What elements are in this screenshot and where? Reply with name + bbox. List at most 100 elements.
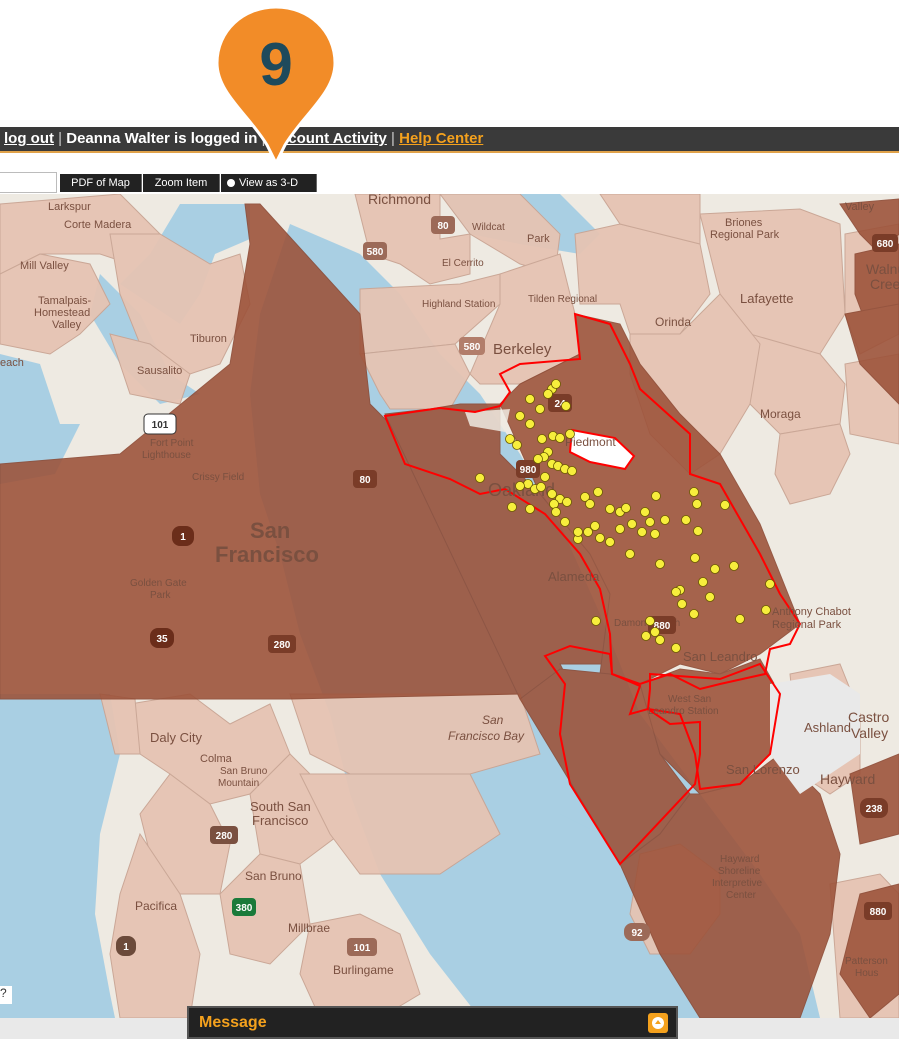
svg-text:580: 580 [464, 342, 481, 353]
data-point[interactable] [549, 499, 559, 509]
data-point[interactable] [621, 503, 631, 513]
data-point[interactable] [525, 394, 535, 404]
data-point[interactable] [515, 481, 525, 491]
label-san: San [250, 518, 290, 543]
data-point[interactable] [705, 592, 715, 602]
pdf-of-map-button[interactable]: PDF of Map [60, 174, 142, 192]
data-point[interactable] [690, 553, 700, 563]
data-point[interactable] [543, 389, 553, 399]
data-point[interactable] [651, 491, 661, 501]
label-hshore2: Shoreline [718, 866, 761, 877]
data-point[interactable] [536, 482, 546, 492]
data-point[interactable] [512, 440, 522, 450]
data-point[interactable] [765, 579, 775, 589]
data-point[interactable] [590, 521, 600, 531]
data-point[interactable] [698, 577, 708, 587]
data-point[interactable] [645, 517, 655, 527]
label-colma: Colma [200, 753, 233, 765]
label-hshore4: Center [726, 890, 757, 901]
data-point[interactable] [562, 497, 572, 507]
data-point[interactable] [561, 401, 571, 411]
data-point[interactable] [689, 609, 699, 619]
data-point[interactable] [595, 533, 605, 543]
shield-280-a: 280 [268, 635, 296, 653]
shield-92: 92 [624, 923, 650, 941]
zoom-item-button[interactable]: Zoom Item [143, 174, 220, 192]
logout-link[interactable]: log out [4, 130, 54, 147]
data-point[interactable] [560, 517, 570, 527]
data-point[interactable] [591, 616, 601, 626]
data-point[interactable] [625, 549, 635, 559]
data-point[interactable] [565, 429, 575, 439]
data-point[interactable] [535, 404, 545, 414]
label-sb-mtn2: Mountain [218, 778, 259, 789]
data-point[interactable] [551, 379, 561, 389]
data-point[interactable] [475, 473, 485, 483]
side-control[interactable]: ? [0, 986, 12, 1004]
data-point[interactable] [593, 487, 603, 497]
data-point[interactable] [735, 614, 745, 624]
data-point[interactable] [645, 616, 655, 626]
data-point[interactable] [693, 526, 703, 536]
data-point[interactable] [525, 419, 535, 429]
data-point[interactable] [761, 605, 771, 615]
data-point[interactable] [689, 487, 699, 497]
svg-text:380: 380 [236, 903, 253, 914]
data-point[interactable] [573, 527, 583, 537]
svg-text:1: 1 [180, 532, 186, 543]
data-point[interactable] [640, 507, 650, 517]
data-point[interactable] [555, 433, 565, 443]
data-point[interactable] [660, 515, 670, 525]
data-point[interactable] [547, 489, 557, 499]
data-point[interactable] [650, 627, 660, 637]
label-walnut2: Cree [870, 276, 899, 292]
data-point[interactable] [710, 564, 720, 574]
message-panel[interactable]: Message [187, 1006, 678, 1039]
label-richmond: Richmond [368, 194, 431, 207]
view-3d-label: View as 3-D [239, 177, 299, 189]
label-park: Park [527, 233, 550, 245]
radio-icon[interactable] [227, 179, 235, 187]
svg-text:580: 580 [367, 247, 384, 258]
separator: | [391, 130, 395, 147]
label-castro: Castro [848, 709, 889, 725]
address-input[interactable] [0, 172, 57, 193]
data-point[interactable] [533, 454, 543, 464]
label-burlingame: Burlingame [333, 963, 394, 977]
data-point[interactable] [681, 515, 691, 525]
data-point[interactable] [615, 524, 625, 534]
data-point[interactable] [537, 434, 547, 444]
data-point[interactable] [677, 599, 687, 609]
view-3d-toggle[interactable]: View as 3-D [221, 174, 317, 192]
shield-880-b: 880 [864, 902, 892, 920]
data-point[interactable] [585, 499, 595, 509]
data-point[interactable] [637, 527, 647, 537]
data-point[interactable] [655, 559, 665, 569]
label-golden-gate1: Golden Gate [130, 578, 187, 589]
data-point[interactable] [729, 561, 739, 571]
label-valley-top: Valley [845, 201, 875, 213]
data-point[interactable] [671, 643, 681, 653]
data-point[interactable] [692, 499, 702, 509]
label-pacifica: Pacifica [135, 899, 177, 913]
label-valley2: Valley [52, 319, 82, 331]
data-point[interactable] [605, 504, 615, 514]
data-point[interactable] [650, 529, 660, 539]
data-point[interactable] [567, 466, 577, 476]
data-point[interactable] [720, 500, 730, 510]
data-point[interactable] [551, 507, 561, 517]
data-point[interactable] [671, 587, 681, 597]
data-point[interactable] [540, 472, 550, 482]
data-point[interactable] [525, 504, 535, 514]
data-point[interactable] [515, 411, 525, 421]
data-point[interactable] [605, 537, 615, 547]
svg-text:1: 1 [123, 942, 129, 953]
help-center-link[interactable]: Help Center [399, 130, 483, 147]
label-san-bruno: San Bruno [245, 869, 302, 883]
data-point[interactable] [641, 631, 651, 641]
data-point[interactable] [507, 502, 517, 512]
map-view[interactable]: Richmond Berkeley Oakland San Francisco … [0, 194, 899, 1018]
data-point[interactable] [655, 635, 665, 645]
data-point[interactable] [627, 519, 637, 529]
expand-icon[interactable] [648, 1013, 668, 1033]
